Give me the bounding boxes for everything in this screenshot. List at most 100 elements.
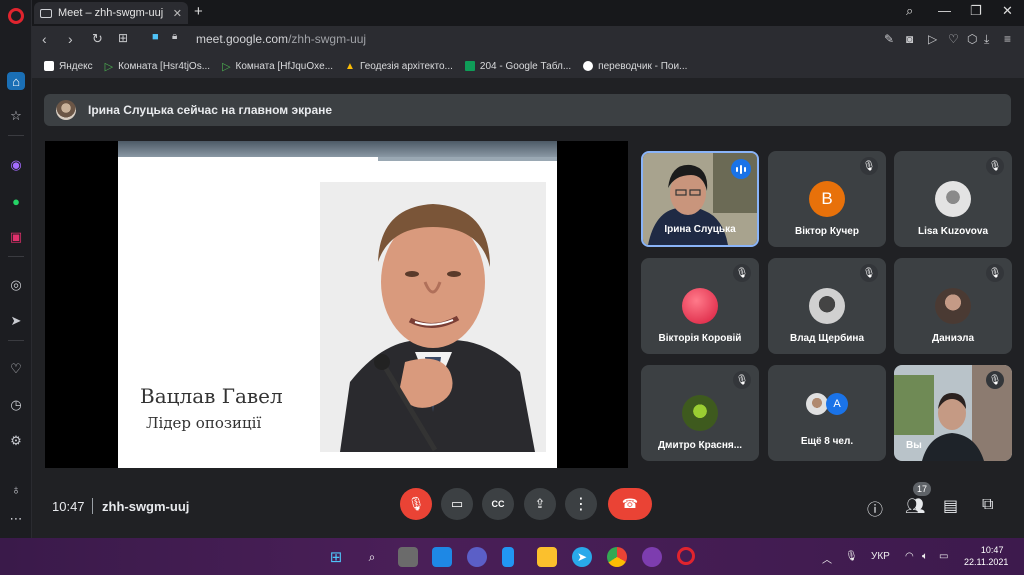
- bookmark-label: Яндекс: [59, 60, 93, 72]
- leave-call-button[interactable]: ☎︎: [608, 488, 652, 520]
- people-icon[interactable]: 👥︎: [905, 496, 925, 516]
- slide-header-bar: [118, 141, 557, 157]
- reload-icon[interactable]: ↻: [92, 31, 103, 47]
- send-icon[interactable]: ➤: [7, 312, 25, 330]
- close-window-icon[interactable]: ✕: [1002, 3, 1013, 19]
- teams-chat-icon[interactable]: [467, 547, 487, 567]
- phone-link-icon[interactable]: [502, 547, 514, 567]
- chrome-icon[interactable]: [607, 547, 627, 567]
- language-indicator[interactable]: УКР: [871, 551, 890, 562]
- send-to-icon[interactable]: ▷: [928, 32, 937, 46]
- file-explorer-icon[interactable]: [537, 547, 557, 567]
- home-icon[interactable]: ⌂: [7, 72, 25, 90]
- bookmark-yandex[interactable]: Яндекс: [44, 61, 93, 72]
- cube-icon[interactable]: ⬡: [967, 32, 977, 46]
- bookmark-label: Геодезія архітекто...: [359, 60, 453, 72]
- minimize-icon[interactable]: —: [938, 3, 951, 18]
- bulb-icon[interactable]: ♁: [7, 480, 25, 498]
- tabs-grid-icon[interactable]: ⊞: [118, 31, 128, 45]
- opera-logo-icon[interactable]: [8, 8, 24, 24]
- edit-icon[interactable]: ✎: [884, 32, 894, 46]
- slide-header-accent: [378, 157, 557, 161]
- bookmark-sheet[interactable]: 204 - Google Табл...: [464, 60, 572, 72]
- taskbar-clock[interactable]: 10:47 22.11.2021: [964, 544, 1008, 568]
- activities-icon[interactable]: ⧉: [982, 496, 993, 514]
- more-options-button[interactable]: ⋮: [565, 488, 597, 520]
- restore-icon[interactable]: ❐: [970, 3, 982, 19]
- address-bar: ‹ › ↻ ⊞ ■ 🔒︎ meet.google.com/zhh-swgm-uu…: [32, 26, 1024, 54]
- participant-tile[interactable]: 🎙︎ Даниэла: [894, 258, 1012, 354]
- participant-tile[interactable]: 🎙︎ Lisa Kuzovova: [894, 151, 1012, 247]
- camera-button[interactable]: ▭: [441, 488, 473, 520]
- slide-title: Вацлав Гавел: [140, 384, 283, 408]
- bookmark-heart-icon[interactable]: ♡: [948, 32, 959, 46]
- new-tab-button[interactable]: +: [194, 3, 203, 20]
- mic-off-icon: 🎙︎: [733, 371, 751, 389]
- chat-icon[interactable]: ▤: [943, 496, 958, 516]
- more-icon[interactable]: ⋯: [7, 510, 25, 528]
- participant-tile-more[interactable]: A Ещё 8 чел.: [768, 365, 886, 461]
- whatsapp-icon[interactable]: ●: [7, 192, 25, 210]
- meeting-time: 10:47: [52, 499, 85, 514]
- info-icon[interactable]: ⓘ: [867, 496, 883, 520]
- participant-tile[interactable]: 🎙︎ Вікторія Коровій: [641, 258, 759, 354]
- close-tab-icon[interactable]: ✕: [173, 7, 182, 20]
- viber-icon[interactable]: [642, 547, 662, 567]
- widgets-icon[interactable]: [432, 547, 452, 567]
- menu-icon[interactable]: ≡: [1004, 32, 1011, 46]
- lock-icon[interactable]: 🔒︎: [172, 31, 177, 42]
- download-icon[interactable]: ⤓: [984, 32, 989, 47]
- battery-icon[interactable]: ▭: [939, 551, 948, 562]
- drive-icon: ▲: [345, 60, 355, 72]
- opera-taskbar-icon[interactable]: [677, 547, 695, 565]
- mic-off-icon: 🎙︎: [860, 264, 878, 282]
- back-icon[interactable]: ‹: [42, 31, 47, 47]
- participant-tile-self[interactable]: 🎙︎ Вы: [894, 365, 1012, 461]
- bookmark-room-1[interactable]: ▷ Комната [Hsr4tjOs...: [105, 60, 210, 73]
- participant-tile[interactable]: 🎙︎ Влад Щербина: [768, 258, 886, 354]
- star-icon[interactable]: ☆: [7, 107, 25, 125]
- present-button[interactable]: ⇪: [524, 488, 556, 520]
- participant-tile[interactable]: Ірина Слуцька: [641, 151, 759, 247]
- avatar: [806, 393, 828, 415]
- tray-chevron-icon[interactable]: ︿: [822, 551, 832, 566]
- bookmark-label: 204 - Google Табл...: [479, 60, 572, 72]
- wifi-icon[interactable]: ◠: [905, 551, 914, 562]
- portrait-photo: [320, 182, 546, 452]
- instagram-icon[interactable]: ▣: [7, 228, 25, 246]
- player-icon[interactable]: ◎: [7, 276, 25, 294]
- search-icon[interactable]: ⌕: [362, 547, 382, 567]
- snapshot-icon[interactable]: ◙: [906, 32, 913, 46]
- start-icon[interactable]: ⊞: [326, 547, 346, 567]
- settings-icon[interactable]: ⚙: [7, 432, 25, 450]
- forward-icon[interactable]: ›: [68, 31, 73, 47]
- mic-off-button[interactable]: 🎙︎: [400, 488, 432, 520]
- volume-icon[interactable]: 🔈︎: [922, 551, 928, 562]
- participant-tile[interactable]: 🎙︎ Дмитро Красня...: [641, 365, 759, 461]
- avatar: [682, 288, 718, 324]
- google-icon: [583, 61, 594, 71]
- tab-meet[interactable]: Meet – zhh-swgm-uuj ✕: [34, 2, 188, 24]
- bookmark-label: Комната [Hsr4tjOs...: [118, 60, 211, 72]
- bookmark-geodesy[interactable]: ▲ Геодезія архітекто...: [345, 61, 453, 72]
- captions-button[interactable]: CC: [482, 488, 514, 520]
- presentation-view[interactable]: Вацлав Гавел Лідер опозиції: [45, 141, 628, 468]
- mic-off-icon: 🎙︎: [733, 264, 751, 282]
- opera-sidebar: ⌂ ☆ ◉ ● ▣ ◎ ➤ ♡ ◷ ⚙ ♁ ⋯: [0, 0, 32, 538]
- microphone-icon[interactable]: 🎙︎: [845, 551, 858, 562]
- history-icon[interactable]: ◷: [7, 396, 25, 414]
- heart-icon[interactable]: ♡: [7, 360, 25, 378]
- bookmark-room-2[interactable]: ▷ Комната [HfJquOxe...: [222, 60, 333, 73]
- avatar: B: [809, 181, 845, 217]
- url-field[interactable]: meet.google.com/zhh-swgm-uuj: [196, 32, 366, 46]
- slide-subtitle: Лідер опозиції: [146, 414, 262, 432]
- telegram-icon[interactable]: ➤: [572, 547, 592, 567]
- task-view-icon[interactable]: [398, 547, 418, 567]
- avatar: [935, 181, 971, 217]
- bookmark-label: Комната [HfJquOxe...: [235, 60, 334, 72]
- messenger-icon[interactable]: ◉: [7, 156, 25, 174]
- participant-tile[interactable]: 🎙︎ B Віктор Кучер: [768, 151, 886, 247]
- search-icon[interactable]: ⌕: [906, 3, 913, 19]
- participant-name: Ещё 8 чел.: [800, 436, 854, 447]
- bookmark-translator[interactable]: переводчик - Пои...: [583, 61, 687, 72]
